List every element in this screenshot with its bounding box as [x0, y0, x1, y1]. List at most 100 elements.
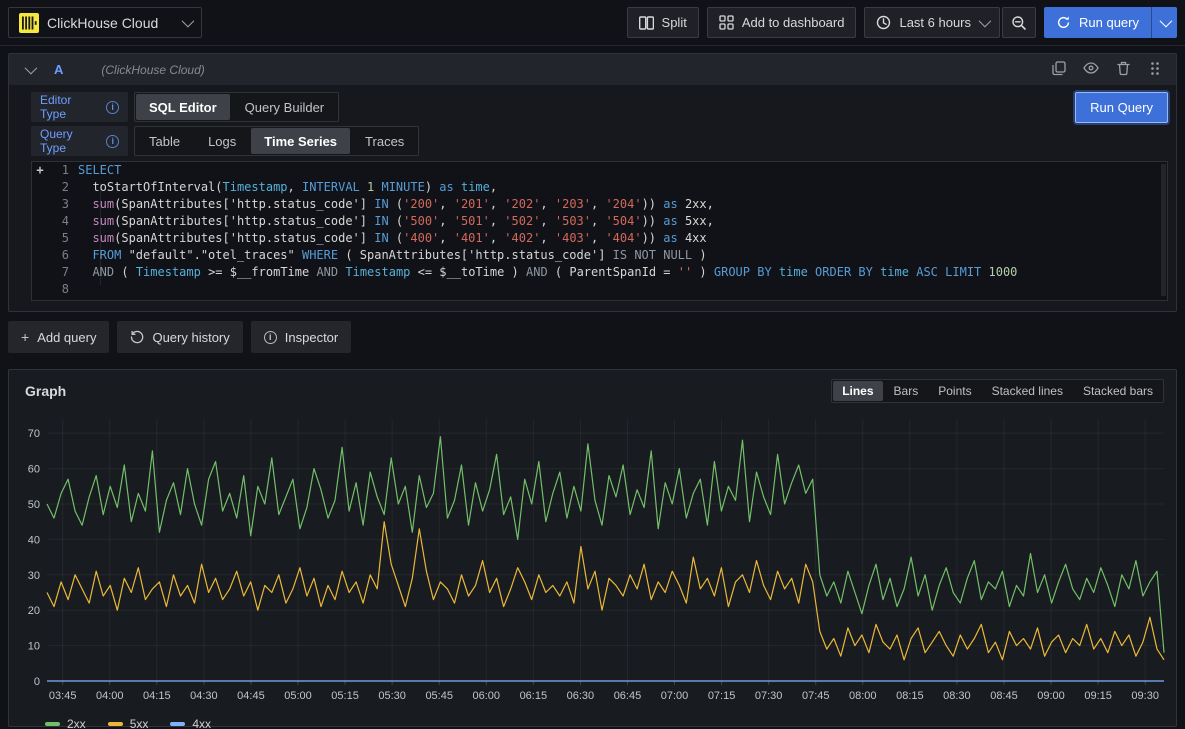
- graph-panel: Graph Lines Bars Points Stacked lines St…: [8, 369, 1177, 727]
- query-type-chip: Query Type i: [31, 126, 128, 156]
- remove-query-trash-icon[interactable]: [1112, 61, 1134, 79]
- svg-text:05:45: 05:45: [425, 690, 453, 702]
- sql-code-line: 4 sum(SpanAttributes['http.status_code']…: [32, 213, 1167, 230]
- zoom-out-button[interactable]: [1002, 7, 1036, 38]
- datasource-hint: (ClickHouse Cloud): [101, 63, 204, 77]
- svg-text:08:30: 08:30: [943, 690, 971, 702]
- query-type-option-logs[interactable]: Logs: [195, 128, 249, 154]
- legend-label: 2xx: [67, 717, 86, 729]
- chevron-down-icon[interactable]: [1152, 14, 1177, 32]
- query-editor-panel: A (ClickHouse Cloud) Run Query Editor Ty…: [8, 53, 1177, 312]
- svg-text:08:00: 08:00: [849, 690, 877, 702]
- split-button[interactable]: Split: [627, 7, 699, 38]
- inspector-button[interactable]: i Inspector: [251, 321, 351, 353]
- history-icon: [130, 330, 144, 344]
- svg-text:05:00: 05:00: [284, 690, 312, 702]
- add-query-button[interactable]: + Add query: [8, 321, 109, 353]
- explore-toolbar: ClickHouse Cloud Split Add to dashboard …: [0, 0, 1185, 46]
- graph-style-radio-group: Lines Bars Points Stacked lines Stacked …: [831, 379, 1164, 403]
- secondary-actions: + Add query Query history i Inspector: [8, 321, 1177, 353]
- sql-code-line: 8: [32, 281, 1167, 298]
- editor-type-label: Editor Type: [40, 93, 99, 121]
- series-line-5xx: [47, 522, 1164, 660]
- sql-code-line: +1SELECT: [32, 162, 1167, 179]
- collapse-chevron-icon[interactable]: [25, 62, 38, 75]
- query-type-option-traces[interactable]: Traces: [352, 128, 417, 154]
- gutter-plus-icon: +: [32, 162, 48, 179]
- graph-style-stacked-lines[interactable]: Stacked lines: [983, 381, 1072, 401]
- query-row-header: A (ClickHouse Cloud): [9, 54, 1176, 85]
- svg-text:60: 60: [28, 464, 40, 476]
- legend-item-4xx[interactable]: 4xx: [170, 717, 211, 729]
- svg-text:04:45: 04:45: [237, 690, 265, 702]
- editor-type-chip: Editor Type i: [31, 92, 128, 122]
- svg-text:40: 40: [28, 534, 40, 546]
- add-to-dashboard-button[interactable]: Add to dashboard: [707, 7, 857, 38]
- chart-legend: 2xx 5xx 4xx: [15, 714, 1170, 729]
- query-ref-id: A: [54, 62, 63, 77]
- svg-text:05:15: 05:15: [331, 690, 359, 702]
- query-type-option-table[interactable]: Table: [136, 128, 193, 154]
- svg-text:06:30: 06:30: [567, 690, 595, 702]
- time-range-picker[interactable]: Last 6 hours: [864, 7, 1000, 38]
- svg-text:07:15: 07:15: [708, 690, 736, 702]
- svg-text:09:00: 09:00: [1037, 690, 1065, 702]
- sql-code-line: 3 sum(SpanAttributes['http.status_code']…: [32, 196, 1167, 213]
- sql-code-line: 7 AND ( Timestamp >= $__fromTime AND Tim…: [32, 264, 1167, 281]
- svg-text:04:15: 04:15: [143, 690, 171, 702]
- editor-type-option-query-builder[interactable]: Query Builder: [232, 94, 337, 120]
- graph-style-lines[interactable]: Lines: [833, 381, 882, 401]
- svg-text:30: 30: [28, 570, 40, 582]
- info-icon: i: [264, 331, 277, 344]
- query-type-option-time-series[interactable]: Time Series: [251, 128, 350, 154]
- clock-icon: [876, 15, 891, 30]
- drag-handle-icon[interactable]: [1144, 61, 1166, 79]
- editor-type-radio-group: SQL Editor Query Builder: [134, 92, 339, 122]
- run-query-toolbar-button[interactable]: Run query: [1044, 7, 1177, 38]
- editor-scrollbar[interactable]: [1161, 164, 1166, 296]
- info-icon[interactable]: i: [106, 135, 119, 148]
- zoom-out-icon: [1011, 15, 1027, 31]
- run-query-button[interactable]: Run Query: [1075, 92, 1168, 123]
- query-history-button[interactable]: Query history: [117, 321, 242, 353]
- sql-editor[interactable]: +1SELECT2 toStartOfInterval(Timestamp, I…: [31, 161, 1168, 301]
- sql-code-line: 2 toStartOfInterval(Timestamp, INTERVAL …: [32, 179, 1167, 196]
- plus-icon: +: [21, 329, 29, 345]
- svg-text:07:00: 07:00: [661, 690, 689, 702]
- duplicate-query-icon[interactable]: [1048, 61, 1070, 79]
- svg-text:50: 50: [28, 499, 40, 511]
- datasource-picker[interactable]: ClickHouse Cloud: [8, 7, 202, 38]
- info-icon[interactable]: i: [106, 101, 119, 114]
- legend-item-5xx[interactable]: 5xx: [108, 717, 149, 729]
- legend-label: 4xx: [192, 717, 211, 729]
- svg-text:07:30: 07:30: [755, 690, 783, 702]
- graph-style-stacked-bars[interactable]: Stacked bars: [1074, 381, 1162, 401]
- graph-style-bars[interactable]: Bars: [885, 381, 928, 401]
- legend-item-2xx[interactable]: 2xx: [45, 717, 86, 729]
- hide-response-eye-icon[interactable]: [1080, 62, 1102, 77]
- svg-text:06:45: 06:45: [614, 690, 642, 702]
- clickhouse-logo-icon: [19, 13, 39, 33]
- svg-text:09:15: 09:15: [1084, 690, 1112, 702]
- editor-type-option-sql-editor[interactable]: SQL Editor: [136, 94, 230, 120]
- time-series-chart[interactable]: 01020304050607003:4504:0004:1504:3004:45…: [15, 409, 1170, 714]
- split-icon: [639, 16, 654, 30]
- query-type-label: Query Type: [40, 127, 99, 155]
- svg-text:07:45: 07:45: [802, 690, 830, 702]
- run-query-button-label: Run Query: [1090, 100, 1153, 115]
- sync-icon: [1056, 15, 1071, 30]
- graph-style-points[interactable]: Points: [929, 381, 980, 401]
- chevron-down-icon: [979, 15, 992, 28]
- time-range-label: Last 6 hours: [899, 15, 971, 30]
- svg-text:0: 0: [34, 676, 40, 688]
- svg-text:05:30: 05:30: [378, 690, 406, 702]
- split-label: Split: [662, 15, 687, 30]
- add-to-dashboard-label: Add to dashboard: [742, 15, 845, 30]
- svg-text:08:15: 08:15: [896, 690, 924, 702]
- add-query-label: Add query: [37, 330, 96, 345]
- legend-swatch: [45, 722, 60, 726]
- graph-panel-title: Graph: [25, 383, 66, 399]
- apps-icon: [719, 15, 734, 30]
- sql-code-line: 5 sum(SpanAttributes['http.status_code']…: [32, 230, 1167, 247]
- series-line-2xx: [47, 437, 1164, 653]
